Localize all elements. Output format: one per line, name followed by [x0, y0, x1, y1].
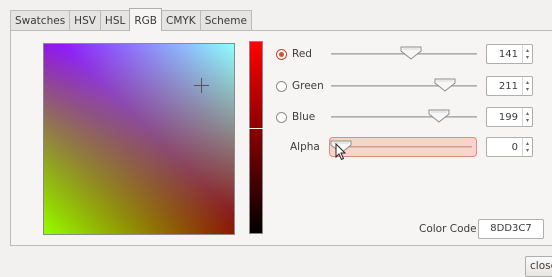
tab-swatches[interactable]: Swatches — [10, 10, 71, 31]
red-radio[interactable] — [276, 48, 287, 60]
alpha-slider[interactable] — [329, 137, 477, 157]
spin-up-icon[interactable]: ▴ — [526, 47, 529, 54]
spin-down-icon[interactable]: ▾ — [526, 86, 529, 93]
red-channel-marker[interactable] — [249, 128, 263, 129]
red-label: Red — [292, 48, 312, 60]
spin-up-icon[interactable]: ▴ — [526, 79, 529, 86]
alpha-spinbox[interactable]: 0 ▴ ▾ — [486, 137, 533, 157]
tab-bar: Swatches HSV HSL RGB CMYK Scheme — [10, 8, 252, 31]
color-code-field[interactable]: 8DD3C7 — [478, 219, 544, 239]
mouse-pointer-icon — [335, 143, 347, 161]
red-row: Red — [276, 44, 312, 64]
green-label: Green — [292, 80, 324, 92]
spin-down-icon[interactable]: ▾ — [526, 117, 529, 124]
rgb-panel: Red 141 ▴ ▾ Green 211 ▴ ▾ Blue 199 ▴ ▾ A… — [10, 30, 552, 246]
tab-cmyk[interactable]: CMYK — [160, 10, 201, 31]
tab-scheme[interactable]: Scheme — [199, 10, 252, 31]
tab-hsv[interactable]: HSV — [69, 10, 101, 31]
red-channel-bar[interactable] — [249, 41, 263, 234]
red-spin-arrows[interactable]: ▴ ▾ — [522, 45, 532, 63]
blue-value[interactable]: 199 — [487, 112, 522, 123]
blue-slider-handle[interactable] — [428, 109, 450, 123]
red-slider-handle[interactable] — [400, 46, 422, 60]
spin-down-icon[interactable]: ▾ — [526, 147, 529, 154]
red-spinbox[interactable]: 141 ▴ ▾ — [486, 44, 533, 64]
tab-rgb[interactable]: RGB — [129, 8, 162, 31]
blue-radio[interactable] — [276, 111, 287, 123]
color-code-label: Color Code — [419, 223, 477, 235]
green-slider-handle[interactable] — [434, 78, 456, 92]
spin-up-icon[interactable]: ▴ — [526, 110, 529, 117]
green-spinbox[interactable]: 211 ▴ ▾ — [486, 76, 533, 96]
red-value[interactable]: 141 — [487, 49, 522, 60]
alpha-spin-arrows[interactable]: ▴ ▾ — [522, 138, 532, 156]
alpha-label: Alpha — [290, 141, 320, 153]
green-slider[interactable] — [331, 76, 477, 96]
green-spin-arrows[interactable]: ▴ ▾ — [522, 77, 532, 95]
blue-spinbox[interactable]: 199 ▴ ▾ — [486, 107, 533, 127]
blue-slider[interactable] — [331, 107, 477, 127]
blue-spin-arrows[interactable]: ▴ ▾ — [522, 108, 532, 126]
green-value[interactable]: 211 — [487, 81, 522, 92]
tab-hsl[interactable]: HSL — [99, 10, 131, 31]
spin-up-icon[interactable]: ▴ — [526, 140, 529, 147]
color-gradient-square[interactable] — [43, 43, 235, 235]
alpha-value[interactable]: 0 — [487, 142, 522, 153]
red-slider[interactable] — [331, 44, 477, 64]
spin-down-icon[interactable]: ▾ — [526, 54, 529, 61]
blue-label: Blue — [292, 111, 316, 123]
blue-row: Blue — [276, 107, 315, 127]
green-row: Green — [276, 76, 324, 96]
green-radio[interactable] — [276, 80, 287, 92]
crosshair-icon[interactable] — [194, 78, 209, 93]
close-button[interactable]: close — [525, 256, 552, 277]
